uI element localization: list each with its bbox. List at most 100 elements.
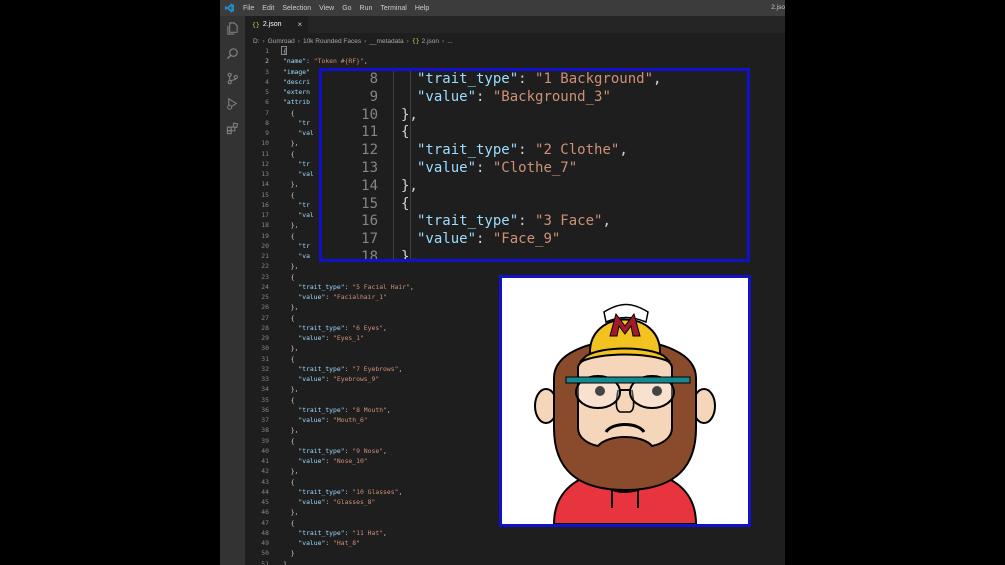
- code-line[interactable]: "value": "Eyebrows_9": [283, 375, 379, 383]
- code-line[interactable]: {: [283, 314, 295, 322]
- close-icon[interactable]: ×: [298, 20, 303, 29]
- breadcrumb-folder-faces[interactable]: 10k Rounded Faces: [303, 38, 361, 45]
- menu-run[interactable]: Run: [360, 5, 373, 12]
- code-line[interactable]: "trait_type": "11 Hat",: [283, 529, 387, 537]
- code-line[interactable]: "trait_type": "1 Background",: [417, 71, 661, 87]
- code-text: {: [401, 124, 410, 141]
- breadcrumb-folder-metadata[interactable]: __metadata: [369, 38, 403, 45]
- breadcrumb-symbol[interactable]: ...: [447, 38, 452, 45]
- code-line[interactable]: "tr: [283, 119, 310, 127]
- code-line[interactable]: "val: [283, 170, 313, 178]
- code-line[interactable]: "tr: [283, 242, 310, 250]
- search-icon[interactable]: [226, 47, 239, 60]
- code-line[interactable]: "image": [283, 68, 310, 76]
- code-line[interactable]: },: [401, 178, 418, 194]
- code-line[interactable]: },: [401, 107, 418, 123]
- code-text: },: [283, 262, 299, 271]
- code-line[interactable]: "attrib: [283, 98, 310, 106]
- code-line[interactable]: "trait_type": "9 Nose",: [283, 447, 387, 455]
- code-line[interactable]: "descri: [283, 78, 310, 86]
- json-key: "value": [417, 231, 477, 248]
- code-line[interactable]: "trait_type": "3 Face",: [417, 213, 611, 229]
- breadcrumb-drive[interactable]: D:: [253, 38, 260, 45]
- code-line[interactable]: {: [283, 150, 295, 158]
- code-line[interactable]: "trait_type": "8 Mouth",: [283, 406, 390, 414]
- menu-help[interactable]: Help: [415, 5, 429, 12]
- code-line[interactable]: "trait_type": "5 Facial Hair",: [283, 283, 413, 291]
- code-line[interactable]: {: [283, 355, 295, 363]
- menu-file[interactable]: File: [243, 5, 254, 12]
- json-key: "value": [417, 88, 477, 105]
- menu-terminal[interactable]: Terminal: [380, 5, 406, 12]
- code-line[interactable]: {: [283, 519, 295, 527]
- code-line[interactable]: },: [283, 426, 299, 434]
- json-key: "tr: [283, 159, 310, 168]
- menu-bar: File Edit Selection View Go Run Terminal…: [243, 0, 437, 16]
- json-value: "1 Background": [535, 71, 654, 87]
- code-line[interactable]: "value": "Clothe_7": [417, 160, 577, 176]
- code-line[interactable]: },: [283, 221, 299, 229]
- code-line[interactable]: "val: [283, 129, 313, 137]
- code-line[interactable]: "value": "Nose_10": [283, 457, 367, 465]
- code-line[interactable]: },: [283, 262, 299, 271]
- code-line[interactable]: },: [283, 344, 299, 352]
- menu-view[interactable]: View: [319, 5, 334, 12]
- tab-2-json[interactable]: {} 2.json ×: [245, 16, 308, 33]
- run-debug-icon[interactable]: [226, 97, 239, 110]
- menu-selection[interactable]: Selection: [282, 5, 311, 12]
- code-line[interactable]: {: [283, 396, 295, 404]
- code-line[interactable]: },: [283, 139, 299, 148]
- code-line[interactable]: {: [401, 124, 409, 140]
- code-line[interactable]: "extern: [283, 88, 310, 96]
- code-line[interactable]: },: [283, 508, 299, 516]
- code-line[interactable]: },: [283, 180, 299, 188]
- code-line[interactable]: "value": "Background_3": [417, 89, 611, 105]
- extensions-icon[interactable]: [226, 122, 239, 135]
- line-number: 23: [261, 272, 269, 281]
- explorer-icon[interactable]: [226, 22, 239, 35]
- source-control-icon[interactable]: [226, 72, 239, 85]
- code-line[interactable]: "tr: [283, 201, 310, 209]
- json-file-icon: {}: [411, 37, 420, 45]
- code-line[interactable]: "trait_type": "2 Clothe",: [417, 142, 628, 158]
- code-text: },: [283, 139, 299, 148]
- code-line[interactable]: "trait_type": "10 Glasses",: [283, 488, 402, 496]
- json-key: "value": [283, 457, 326, 465]
- code-line[interactable]: "value": "Eyes_1": [283, 334, 363, 342]
- code-line[interactable]: {: [401, 196, 409, 212]
- line-number: 21: [261, 252, 269, 260]
- code-line[interactable]: },: [283, 303, 299, 311]
- code-line[interactable]: "tr: [283, 160, 310, 168]
- code-text: ],: [283, 559, 291, 565]
- code-line[interactable]: "value": "Facialhair_1": [283, 293, 387, 301]
- code-line[interactable]: {: [283, 273, 295, 281]
- code-line[interactable]: "val: [283, 211, 313, 219]
- code-line[interactable]: {: [283, 191, 295, 199]
- code-line[interactable]: {: [283, 437, 295, 445]
- code-line[interactable]: "name": "Token #{RF}",: [283, 57, 368, 65]
- code-line[interactable]: "va: [283, 252, 310, 260]
- line-number: 10: [361, 106, 378, 123]
- code-line[interactable]: },: [283, 467, 299, 476]
- code-line[interactable]: "value": "Face_9": [417, 231, 560, 247]
- code-line[interactable]: "trait_type": "6 Eyes",: [283, 324, 387, 332]
- code-line[interactable]: {: [283, 232, 295, 240]
- code-line[interactable]: ],: [283, 560, 291, 565]
- code-line[interactable]: {: [283, 478, 295, 486]
- json-key: "value": [283, 375, 326, 383]
- code-line[interactable]: {: [283, 109, 295, 117]
- code-line[interactable]: "value": "Mouth_6": [283, 416, 367, 424]
- code-line[interactable]: },: [283, 385, 299, 393]
- code-line[interactable]: "value": "Glasses_8": [283, 498, 375, 506]
- menu-go[interactable]: Go: [342, 5, 351, 12]
- code-line[interactable]: },: [401, 249, 418, 259]
- breadcrumb-file[interactable]: 2.json: [422, 38, 439, 45]
- code-line[interactable]: "trait_type": "7 Eyebrows",: [283, 365, 402, 373]
- code-line[interactable]: }: [283, 549, 295, 557]
- code-text: },: [283, 467, 299, 476]
- line-number: 16: [261, 200, 269, 209]
- code-line[interactable]: "value": "Hat_8": [283, 539, 360, 547]
- breadcrumb-folder-gumroad[interactable]: Gumroad: [268, 38, 295, 45]
- json-key: "value": [417, 160, 477, 176]
- menu-edit[interactable]: Edit: [262, 5, 274, 12]
